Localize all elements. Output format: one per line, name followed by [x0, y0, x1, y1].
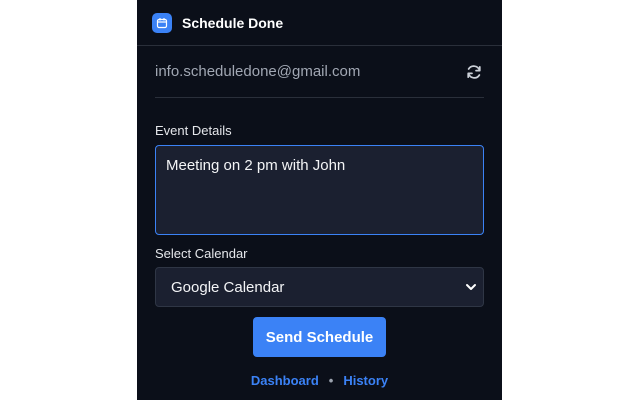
- footer-separator: •: [328, 373, 334, 388]
- extension-popup: Schedule Done info.scheduledone@gmail.co…: [137, 0, 502, 400]
- calendar-select-value: Google Calendar: [171, 278, 285, 296]
- account-row: info.scheduledone@gmail.com: [155, 46, 484, 98]
- dashboard-link[interactable]: Dashboard: [251, 373, 319, 388]
- account-email: info.scheduledone@gmail.com: [155, 63, 361, 80]
- history-link[interactable]: History: [343, 373, 388, 388]
- send-wrap: Send Schedule: [155, 317, 484, 357]
- app-title: Schedule Done: [182, 14, 284, 31]
- send-schedule-button[interactable]: Send Schedule: [253, 317, 386, 357]
- event-details-input[interactable]: Meeting on 2 pm with John: [155, 145, 484, 235]
- popup-header: Schedule Done: [137, 0, 502, 46]
- event-details-label: Event Details: [155, 123, 232, 138]
- footer-links: Dashboard • History: [155, 373, 484, 388]
- calendar-select[interactable]: Google Calendar: [155, 267, 484, 307]
- refresh-icon[interactable]: [464, 62, 484, 82]
- chevron-down-icon: [465, 281, 477, 293]
- select-calendar-label: Select Calendar: [155, 246, 248, 261]
- popup-content: info.scheduledone@gmail.com Event Detail…: [137, 46, 502, 388]
- calendar-icon: [152, 12, 172, 33]
